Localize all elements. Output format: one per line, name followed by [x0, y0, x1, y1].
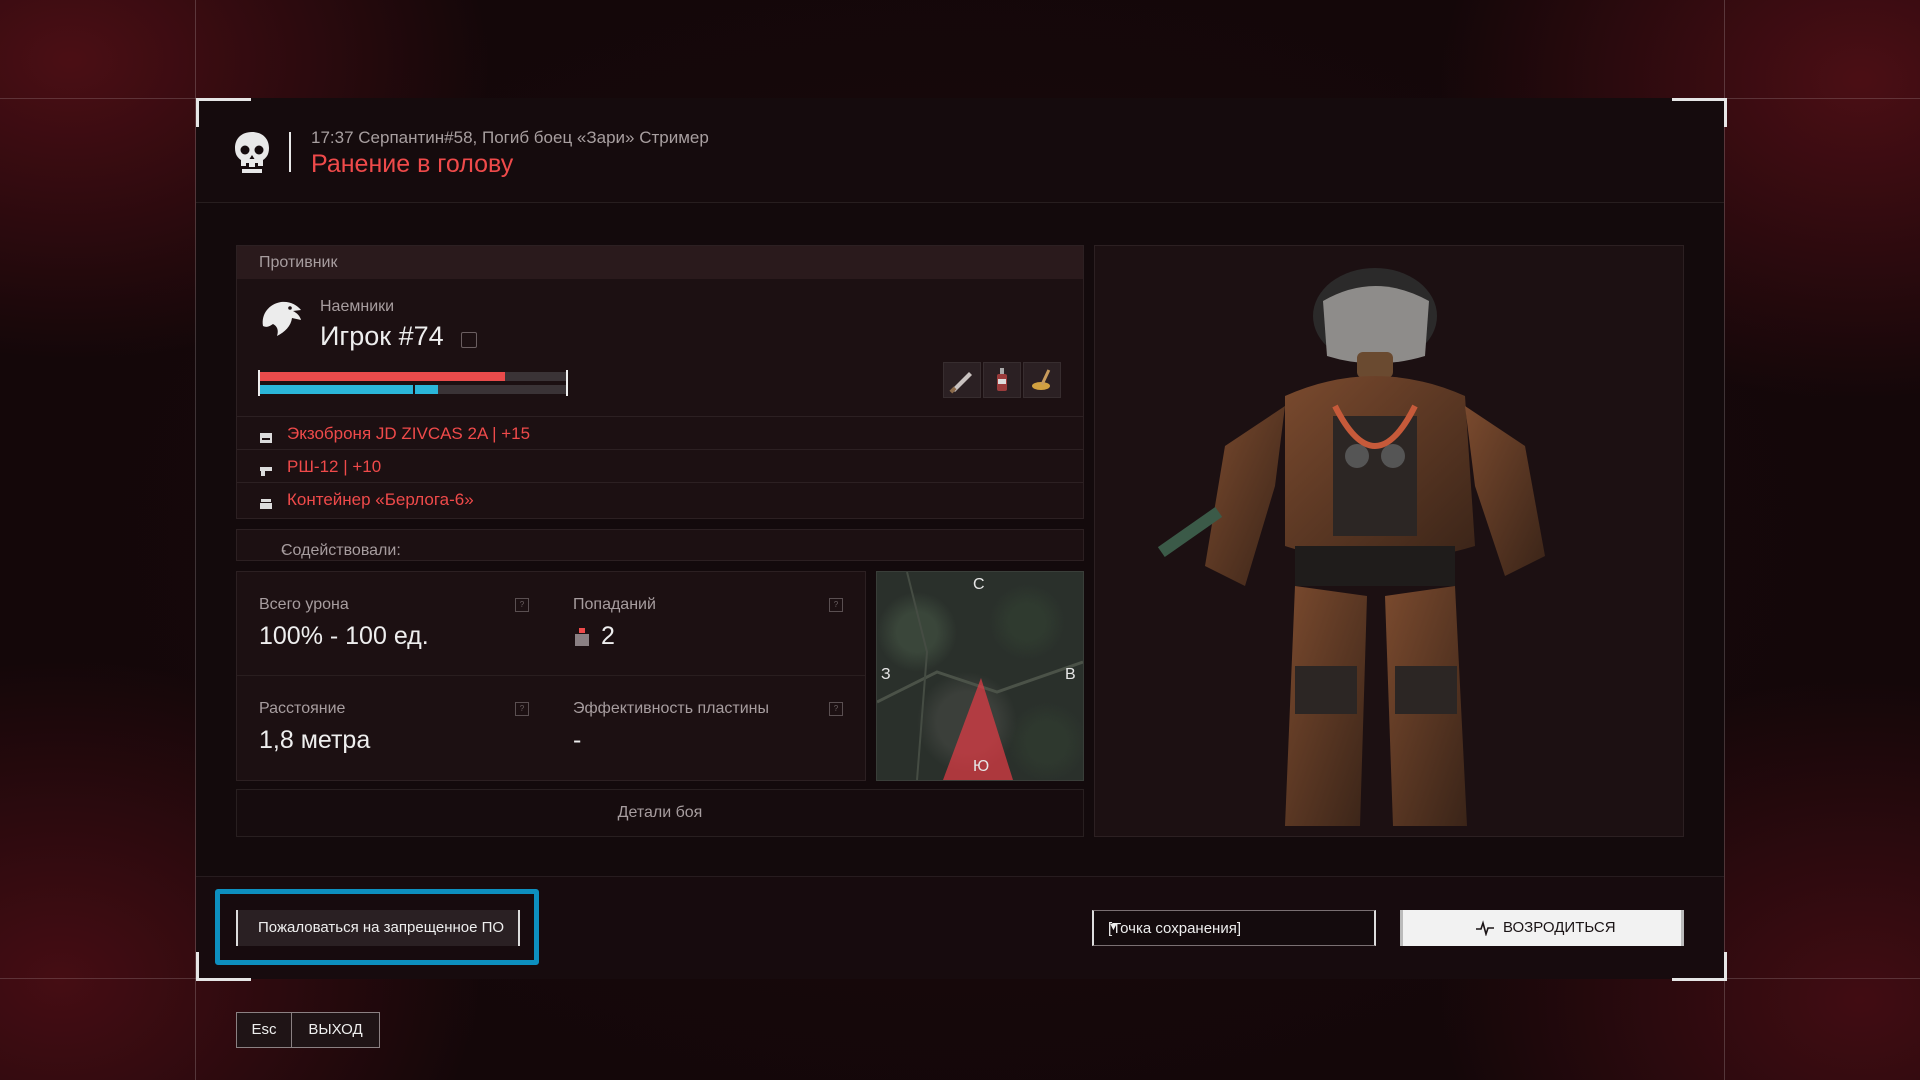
equipment-container-label: Контейнер «Берлога-6» [287, 490, 474, 509]
enemy-section-header: Противник [237, 246, 1083, 279]
info-icon[interactable]: ? [515, 702, 529, 716]
exosuit-character-image [1157, 268, 1545, 826]
eagle-faction-icon [262, 301, 301, 336]
equipment-armor[interactable]: Экзоброня JD ZIVCAS 2A | +15 [259, 424, 530, 444]
esc-key-label: Esc [251, 1021, 277, 1038]
equipment-armor-label: Экзоброня JD ZIVCAS 2A | +15 [287, 424, 531, 443]
gun-icon [259, 462, 273, 476]
pulse-icon [1476, 920, 1494, 936]
death-subtitle: 17:37 Серпантин#58, Погиб боец «Зари» Ст… [311, 128, 709, 147]
battle-details-label: Детали боя [617, 804, 703, 821]
enemy-card: Противник Наемники Игрок #74 Экзоброня J… [236, 245, 1084, 519]
info-icon[interactable]: ? [515, 598, 529, 612]
corner-bottom-left [196, 952, 251, 981]
compass-south: Ю [973, 758, 990, 775]
assist-value: - [281, 542, 287, 559]
enemy-player-name: Игрок #74 [320, 321, 444, 351]
stat-total-damage-label: Всего урона [259, 596, 349, 613]
frame-line-right [1724, 0, 1725, 1080]
armor-bar [259, 385, 438, 394]
info-icon[interactable]: ? [829, 702, 843, 716]
enemy-character-preview [1094, 245, 1684, 837]
stat-distance: Расстояние ? 1,8 метра [237, 676, 551, 780]
stat-hits-value: 2 [601, 622, 615, 650]
esc-key[interactable]: Esc [236, 1012, 292, 1048]
stat-hits-label: Попаданий [573, 596, 656, 613]
corner-top-right [1672, 98, 1727, 127]
stat-plate-label: Эффективность пластины [573, 700, 770, 717]
equipment-weapon-label: РШ-12 | +10 [287, 457, 382, 476]
info-icon[interactable]: ? [829, 598, 843, 612]
container-icon [259, 495, 273, 509]
exit-label: ВЫХОД [308, 1021, 363, 1038]
spawn-point-select[interactable]: [Точка сохранения] ▼ [1092, 910, 1376, 946]
stat-plate-efficiency: Эффективность пластины ? - [551, 676, 865, 780]
exit-button[interactable]: ВЫХОД [292, 1012, 380, 1048]
report-cheater-button[interactable]: Пожаловаться на запрещенное ПО [236, 910, 520, 946]
stat-total-damage-value: 100% - 100 ед. [259, 622, 429, 650]
death-cause-title: Ранение в голову [311, 150, 514, 178]
stat-hits: Попаданий ? 2 [551, 572, 865, 676]
brush-icon[interactable] [1023, 362, 1061, 398]
armor-icon [259, 429, 273, 443]
corner-top-left [196, 98, 251, 127]
equipment-weapon[interactable]: РШ-12 | +10 [259, 457, 381, 477]
compass-north: С [973, 576, 985, 593]
header-separator [289, 132, 291, 172]
combat-stats: Всего урона ? 100% - 100 ед. Попаданий ?… [236, 571, 866, 781]
enemy-section-label: Противник [259, 254, 338, 271]
health-bar [259, 372, 505, 381]
report-cheater-label: Пожаловаться на запрещенное ПО [258, 919, 505, 936]
corner-bottom-right [1672, 952, 1727, 981]
equipment-container[interactable]: Контейнер «Берлога-6» [259, 490, 474, 510]
stat-distance-value: 1,8 метра [259, 726, 371, 754]
assist-row: Содействовали: - [236, 529, 1084, 561]
body-hit-icon [575, 628, 589, 646]
bar-cap-left [258, 370, 260, 396]
kill-minimap[interactable]: С Ю З В [876, 571, 1084, 781]
stat-total-damage: Всего урона ? 100% - 100 ед. [237, 572, 551, 676]
respawn-label: ВОЗРОДИТЬСЯ [1503, 919, 1616, 936]
knife-icon[interactable] [943, 362, 981, 398]
compass-east: В [1065, 666, 1076, 683]
stat-plate-value: - [573, 726, 582, 754]
minimap-terrain [877, 572, 1083, 780]
assist-label: Содействовали: [281, 542, 401, 559]
compass-west: З [881, 666, 891, 683]
bottle-icon[interactable] [983, 362, 1021, 398]
skull-icon [235, 132, 269, 173]
respawn-button[interactable]: ВОЗРОДИТЬСЯ [1400, 910, 1684, 946]
dropdown-arrow-icon: ▼ [1108, 921, 1119, 933]
battle-details-button[interactable]: Детали боя [236, 789, 1084, 837]
stat-distance-label: Расстояние [259, 700, 346, 717]
enemy-faction: Наемники [320, 298, 395, 315]
bar-cap-right [566, 370, 568, 396]
copy-icon[interactable] [461, 332, 477, 348]
enemy-status-bars [258, 370, 568, 396]
